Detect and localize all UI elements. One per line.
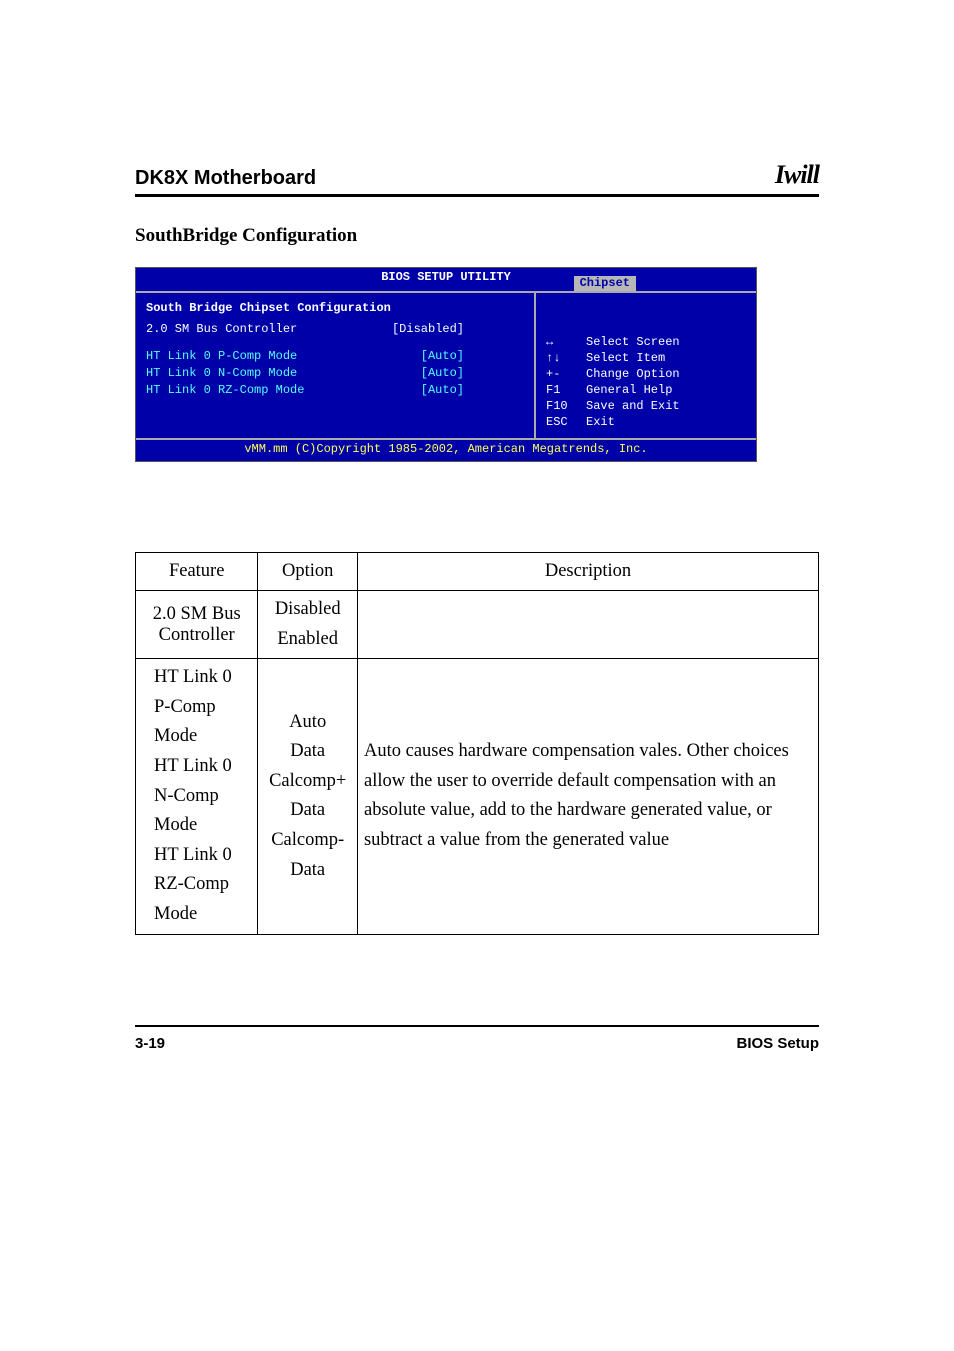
table-row: HT Link 0 P-Comp ModeHT Link 0 N-Comp Mo… [136,659,819,934]
cell-description [357,591,818,659]
bios-help-label: Exit [586,415,615,430]
th-description: Description [357,553,818,591]
bios-help-row: F1 General Help [546,383,746,398]
table-header-row: Feature Option Description [136,553,819,591]
bios-help-row: ↑↓ Select Item [546,351,746,366]
bios-body: South Bridge Chipset Configuration 2.0 S… [136,291,756,438]
bios-help-pane: ↔ Select Screen ↑↓ Select Item +- Change… [536,293,756,438]
footer-section: BIOS Setup [736,1035,819,1052]
bios-help-row: +- Change Option [546,367,746,382]
bios-item-pcomp[interactable]: HT Link 0 P-Comp Mode [Auto] [146,349,524,364]
bios-item-value: [Auto] [421,383,524,398]
page-footer: 3-19 BIOS Setup [135,1025,819,1052]
bios-help-label: Change Option [586,367,680,382]
cell-option: DisabledEnabled [258,591,358,659]
page-number: 3-19 [135,1035,165,1052]
bios-help-label: Select Screen [586,335,680,350]
bios-item-label: 2.0 SM Bus Controller [146,322,297,337]
bios-screenshot: BIOS SETUP UTILITY Chipset South Bridge … [135,267,757,462]
brand-logo: Iwill [775,160,819,190]
bios-help-row: ESC Exit [546,415,746,430]
bios-help-row: ↔ Select Screen [546,335,746,350]
th-option: Option [258,553,358,591]
cell-description: Auto causes hardware compensation vales.… [357,659,818,934]
product-title: DK8X Motherboard [135,167,316,190]
bios-item-ncomp[interactable]: HT Link 0 N-Comp Mode [Auto] [146,366,524,381]
bios-help-row: F10 Save and Exit [546,399,746,414]
page: DK8X Motherboard Iwill SouthBridge Confi… [0,0,954,1112]
bios-help-key: ↑↓ [546,351,576,366]
bios-item-sm-bus[interactable]: 2.0 SM Bus Controller [Disabled] [146,322,524,337]
bios-help-label: General Help [586,383,672,398]
feature-table: Feature Option Description 2.0 SM Bus Co… [135,552,819,935]
bios-item-value: [Disabled] [392,322,524,337]
bios-section-title: South Bridge Chipset Configuration [146,301,524,316]
bios-help-key: F1 [546,383,576,398]
bios-help-key: F10 [546,399,576,414]
bios-item-label: HT Link 0 P-Comp Mode [146,349,297,364]
bios-header: BIOS SETUP UTILITY Chipset [136,268,756,291]
bios-help-key: ESC [546,415,576,430]
bios-help-label: Select Item [586,351,665,366]
bios-help-key: +- [546,367,576,382]
cell-feature: 2.0 SM Bus Controller [136,591,258,659]
section-heading: SouthBridge Configuration [135,225,819,247]
bios-help-list: ↔ Select Screen ↑↓ Select Item +- Change… [546,335,746,430]
bios-item-value: [Auto] [421,349,524,364]
bios-item-value: [Auto] [421,366,524,381]
bios-left-pane: South Bridge Chipset Configuration 2.0 S… [136,293,536,438]
page-header: DK8X Motherboard Iwill [135,160,819,197]
bios-help-label: Save and Exit [586,399,680,414]
bios-item-label: HT Link 0 N-Comp Mode [146,366,297,381]
bios-item-label: HT Link 0 RZ-Comp Mode [146,383,304,398]
cell-option: AutoDataCalcomp+ DataCalcomp- Data [258,659,358,934]
bios-tab-chipset[interactable]: Chipset [574,276,636,291]
bios-item-rzcomp[interactable]: HT Link 0 RZ-Comp Mode [Auto] [146,383,524,398]
bios-footer: vMM.mm (C)Copyright 1985-2002, American … [136,438,756,461]
bios-title: BIOS SETUP UTILITY [381,270,511,285]
cell-feature: HT Link 0 P-Comp ModeHT Link 0 N-Comp Mo… [136,659,258,934]
th-feature: Feature [136,553,258,591]
table-row: 2.0 SM Bus Controller DisabledEnabled [136,591,819,659]
bios-help-key: ↔ [546,335,576,350]
